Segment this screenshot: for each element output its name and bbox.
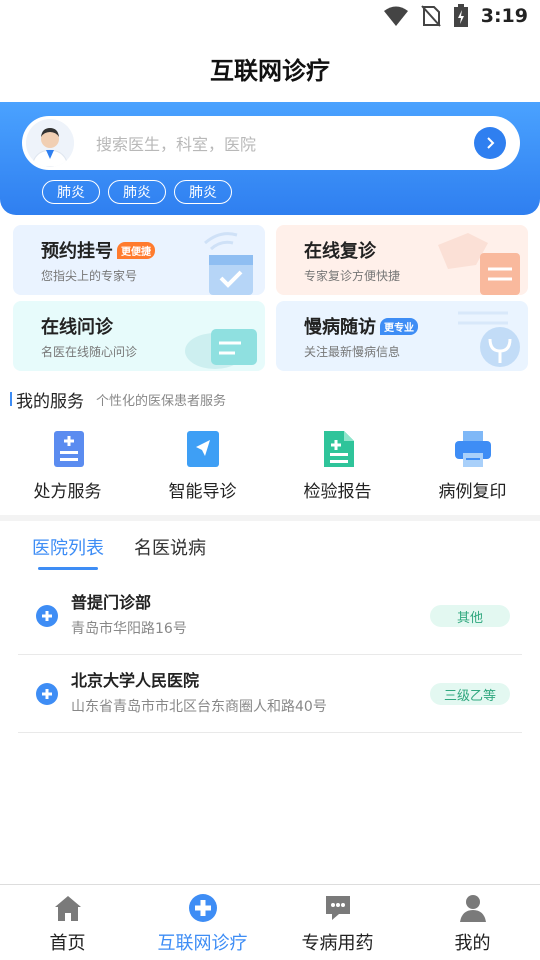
services-subtitle: 个性化的医保患者服务 — [96, 393, 227, 409]
service-label: 检验报告 — [303, 482, 372, 502]
card-subtitle: 名医在线随心问诊 — [41, 345, 138, 359]
card-title: 在线复诊 — [304, 241, 376, 262]
card-appointment[interactable]: 预约挂号 更便捷 您指尖上的专家号 — [13, 225, 265, 295]
page-title: 互联网诊疗 — [210, 56, 330, 85]
hospital-address: 山东省青岛市市北区台东商圈人和路40号 — [71, 699, 327, 715]
card-subtitle: 您指尖上的专家号 — [41, 269, 138, 283]
hot-tag[interactable]: 肺炎 — [108, 180, 166, 204]
hospital-item[interactable]: 北京大学人民医院 山东省青岛市市北区台东商圈人和路40号 三级乙等 — [18, 655, 522, 733]
nav-disease-medication[interactable]: 专病用药 — [270, 885, 405, 960]
wifi-icon — [383, 6, 408, 26]
service-lab-report[interactable]: 检验报告 — [270, 423, 405, 511]
doctor-avatar — [26, 119, 74, 167]
card-badge: 更专业 — [380, 317, 418, 335]
nav-label: 专病用药 — [301, 933, 374, 954]
medical-cross-icon — [188, 894, 217, 922]
service-label: 处方服务 — [33, 482, 102, 502]
list-tabs: 医院列表 名医说病 — [0, 521, 540, 577]
stethoscope-icon — [458, 311, 520, 367]
hospital-level-badge: 其他 — [430, 605, 510, 627]
user-icon — [459, 895, 486, 922]
chat-icon — [325, 896, 350, 920]
home-icon — [54, 896, 81, 921]
nav-home[interactable]: 首页 — [0, 885, 135, 960]
printer-icon — [454, 431, 491, 467]
hospital-list: 普提门诊部 青岛市华阳路16号 其他 北京大学人民医院 山东省青岛市市北区台东商… — [0, 577, 540, 733]
search-input[interactable]: 搜索医生，科室，医院 — [96, 131, 474, 155]
card-chronic-followup[interactable]: 慢病随访 更专业 关注最新慢病信息 — [276, 301, 528, 371]
no-sim-icon — [420, 5, 441, 27]
feature-cards: 预约挂号 更便捷 您指尖上的专家号 在线复诊 专家复诊方便快捷 在线问诊 名医在线… — [0, 225, 540, 375]
hot-tags: 肺炎 肺炎 肺炎 — [42, 180, 232, 204]
search-go-button[interactable] — [474, 127, 506, 159]
nav-label: 互联网诊疗 — [157, 933, 248, 954]
services-header: 我的服务 个性化的医保患者服务 — [0, 381, 540, 417]
hospital-name: 北京大学人民医院 — [71, 671, 200, 690]
service-label: 智能导诊 — [168, 482, 237, 502]
service-prescription[interactable]: 处方服务 — [0, 423, 135, 511]
card-badge: 更便捷 — [117, 241, 155, 259]
chevron-right-icon — [487, 137, 495, 149]
tab-hospital-list[interactable]: 医院列表 — [32, 534, 104, 570]
hospital-name: 普提门诊部 — [71, 593, 152, 612]
report-icon — [323, 431, 354, 467]
service-label: 病例复印 — [438, 482, 507, 502]
services-grid: 处方服务 智能导诊 检验报告 病例复印 — [0, 423, 540, 511]
status-bar: 3:19 — [0, 0, 540, 36]
search-bar[interactable]: 搜索医生，科室，医院 — [22, 116, 520, 170]
card-consultation[interactable]: 在线问诊 名医在线随心问诊 — [13, 301, 265, 371]
hot-tag[interactable]: 肺炎 — [42, 180, 100, 204]
tab-doctor-talks[interactable]: 名医说病 — [134, 534, 206, 564]
service-smart-guide[interactable]: 智能导诊 — [135, 423, 270, 511]
card-revisit[interactable]: 在线复诊 专家复诊方便快捷 — [276, 225, 528, 295]
hospital-address: 青岛市华阳路16号 — [71, 621, 187, 637]
hospital-item[interactable]: 普提门诊部 青岛市华阳路16号 其他 — [18, 577, 522, 655]
service-record-copy[interactable]: 病例复印 — [405, 423, 540, 511]
card-subtitle: 关注最新慢病信息 — [304, 345, 401, 359]
prescription-icon — [53, 431, 84, 467]
medical-plus-icon — [36, 605, 58, 627]
card-title: 慢病随访 — [304, 317, 376, 338]
card-title: 在线问诊 — [41, 317, 113, 338]
navigation-icon — [186, 431, 219, 467]
bottom-nav: 首页 互联网诊疗 专病用药 我的 — [0, 884, 540, 960]
nav-label: 首页 — [49, 933, 86, 954]
search-banner: 搜索医生，科室，医院 肺炎 肺炎 肺炎 — [0, 102, 540, 215]
nav-mine[interactable]: 我的 — [405, 885, 540, 960]
title-bar: 互联网诊疗 — [0, 36, 540, 100]
clipboard-icon — [438, 233, 520, 295]
status-time: 3:19 — [480, 5, 528, 27]
calendar-icon — [204, 232, 253, 295]
card-title: 预约挂号 — [41, 241, 113, 262]
section-marker — [10, 392, 12, 406]
nav-internet-clinic[interactable]: 互联网诊疗 — [135, 885, 270, 960]
hot-tag[interactable]: 肺炎 — [174, 180, 232, 204]
medical-plus-icon — [36, 683, 58, 705]
hospital-level-badge: 三级乙等 — [430, 683, 510, 705]
nav-label: 我的 — [454, 933, 491, 954]
battery-charging-icon — [453, 4, 468, 27]
services-title: 我的服务 — [16, 391, 84, 412]
card-subtitle: 专家复诊方便快捷 — [304, 269, 401, 283]
chat-card-icon — [185, 329, 257, 369]
